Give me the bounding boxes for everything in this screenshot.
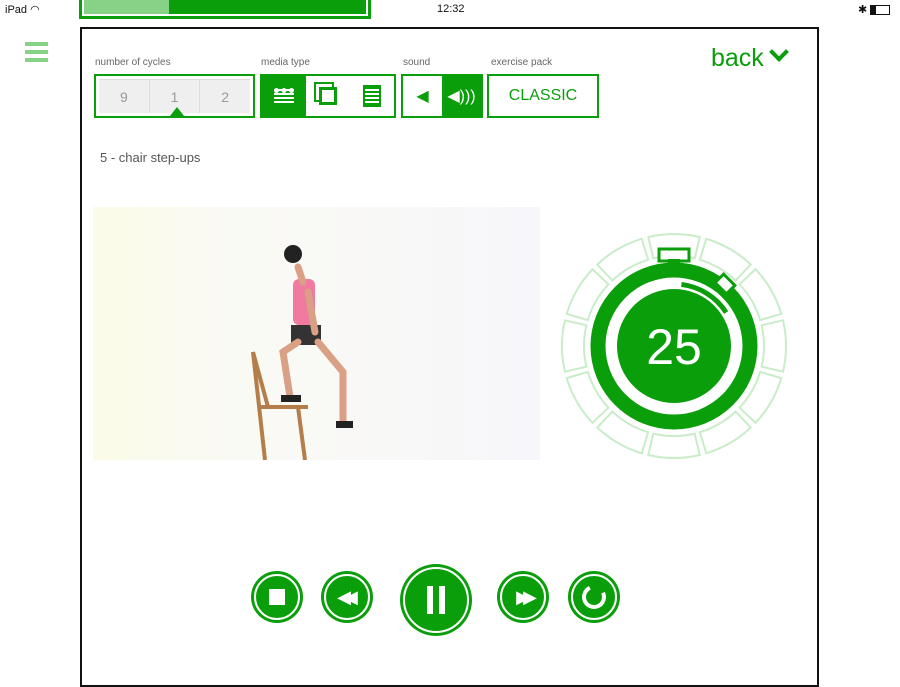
- battery-icon: ✱: [858, 3, 891, 16]
- cycles-selector: 9 1 2: [94, 74, 255, 118]
- sound-on-button[interactable]: ◀))): [442, 76, 481, 116]
- timer-seconds: 25: [646, 319, 702, 375]
- restart-button[interactable]: [568, 571, 620, 623]
- sound-label: sound: [403, 57, 431, 68]
- rewind-button[interactable]: ◀◀: [321, 571, 373, 623]
- exercise-illustration: [251, 245, 353, 461]
- cycle-option[interactable]: 9: [99, 80, 150, 113]
- sound-off-button[interactable]: ◀: [403, 76, 442, 116]
- media-type-label: media type: [261, 57, 310, 68]
- chevron-down-icon: [768, 42, 789, 62]
- back-button[interactable]: back: [711, 42, 789, 73]
- exercise-pack-value: CLASSIC: [508, 87, 578, 104]
- timer-segment: [561, 319, 588, 373]
- notes-button[interactable]: [350, 76, 394, 116]
- clock: 12:32: [437, 3, 465, 15]
- sound-off-icon: ◀: [416, 88, 429, 105]
- exercise-pack-label: exercise pack: [491, 57, 553, 68]
- sound-on-icon: ◀))): [447, 88, 476, 105]
- menu-button[interactable]: [25, 42, 48, 62]
- stop-button[interactable]: [251, 571, 303, 623]
- exercise-video[interactable]: [93, 207, 540, 461]
- notes-icon: [363, 85, 381, 107]
- fast-forward-button[interactable]: ▶▶: [497, 571, 549, 623]
- gallery-button[interactable]: [306, 76, 350, 116]
- video-button[interactable]: [262, 76, 306, 116]
- media-type-selector: [260, 74, 396, 118]
- gallery-icon: [319, 87, 337, 105]
- exercise-title: 5 - chair step-ups: [100, 150, 201, 165]
- cycle-option[interactable]: 2: [200, 80, 250, 113]
- cycles-label: number of cycles: [95, 57, 171, 68]
- device-label: iPad ◠: [5, 4, 40, 16]
- countdown-timer: 25: [561, 233, 787, 459]
- exercise-pack-button[interactable]: CLASSIC: [487, 74, 599, 118]
- timer-segment: [760, 319, 787, 373]
- selected-indicator: [170, 107, 184, 116]
- sound-selector: ◀ ◀))): [401, 74, 483, 118]
- workout-progress-bar: [79, 0, 371, 19]
- timer-segment: [647, 432, 701, 459]
- video-icon: [274, 87, 294, 105]
- pause-button[interactable]: [400, 564, 472, 636]
- wifi-icon: ◠: [30, 4, 40, 16]
